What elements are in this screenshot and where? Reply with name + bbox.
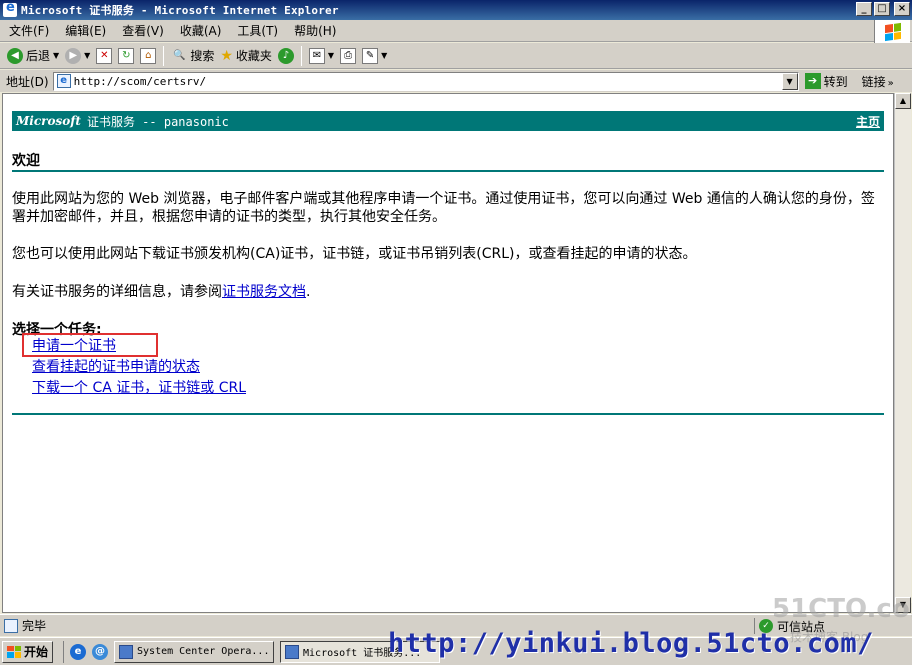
home-link[interactable]: 主页 — [856, 113, 880, 130]
address-bar: 地址(D) e http://scom/certsrv/ ▼ ➔ 转到 链接» — [0, 70, 912, 92]
forward-dropdown-icon[interactable]: ▼ — [84, 51, 90, 60]
ie-icon — [3, 0, 17, 17]
media-button[interactable]: ♪ — [275, 45, 297, 67]
ie-window-icon — [285, 644, 300, 659]
vertical-scrollbar[interactable]: ▲ ▼ — [894, 93, 911, 613]
docs-prefix: 有关证书服务的详细信息，请参阅 — [12, 284, 222, 300]
window-controls: _ □ × — [856, 2, 910, 16]
forward-arrow-icon: ▶ — [65, 47, 82, 64]
refresh-button[interactable]: ↻ — [115, 45, 137, 67]
window-title: Microsoft 证书服务 - Microsoft Internet Expl… — [21, 4, 339, 17]
links-button[interactable]: 链接» — [862, 73, 894, 90]
annotation-highlight-box — [22, 333, 158, 357]
windows-flag-icon — [884, 22, 901, 42]
go-button[interactable]: ➔ 转到 — [804, 73, 848, 90]
menu-view[interactable]: 查看(V) — [114, 22, 172, 39]
app-window-icon — [119, 644, 134, 659]
divider — [12, 170, 884, 172]
edit-button[interactable]: ✎ ▼ — [359, 45, 390, 67]
stop-icon: ✕ — [96, 47, 113, 64]
links-label: 链接 — [861, 74, 886, 89]
back-label: 后退 — [26, 49, 51, 63]
windows-start-icon — [7, 645, 21, 658]
media-icon: ♪ — [277, 47, 294, 64]
edit-icon: ✎ — [362, 47, 379, 64]
page-title: 欢迎 — [12, 153, 40, 169]
menu-bar: 文件(F) 编辑(E) 查看(V) 收藏(A) 工具(T) 帮助(H) — [0, 20, 912, 42]
mail-icon: ✉ — [308, 47, 325, 64]
taskbar-item-label: System Center Opera... — [137, 646, 270, 657]
menu-favorites[interactable]: 收藏(A) — [172, 22, 230, 39]
go-arrow-icon: ➔ — [804, 73, 821, 89]
outlook-quicklaunch-icon[interactable]: @ — [92, 643, 109, 660]
back-button[interactable]: ◀ 后退 ▼ — [4, 45, 62, 67]
print-icon: ⎙ — [340, 47, 357, 64]
docs-paragraph: 有关证书服务的详细信息，请参阅证书服务文档. — [12, 283, 882, 301]
toolbar-separator — [163, 45, 165, 66]
menu-help[interactable]: 帮助(H) — [286, 22, 344, 39]
menu-file[interactable]: 文件(F) — [0, 22, 57, 39]
favorites-label: 收藏夹 — [235, 49, 272, 63]
page-status-icon — [4, 618, 18, 633]
title-bar: Microsoft 证书服务 - Microsoft Internet Expl… — [0, 0, 912, 20]
address-url[interactable]: http://scom/certsrv/ — [74, 75, 206, 88]
search-label: 搜索 — [190, 49, 215, 63]
url-watermark: http://yinkui.blog.51cto.com/ — [388, 628, 874, 659]
toolbar: ◀ 后退 ▼ ▶ ▼ ✕ ↻ ⌂ 🔍 搜索 ★ 收藏夹 ♪ ✉ ▼ ⎙ ✎ ▼ — [0, 43, 912, 69]
menu-tools[interactable]: 工具(T) — [229, 22, 286, 39]
address-input[interactable]: e http://scom/certsrv/ ▼ — [52, 71, 799, 91]
docs-suffix: . — [306, 284, 311, 300]
home-button[interactable]: ⌂ — [137, 45, 159, 67]
maximize-button[interactable]: □ — [874, 2, 890, 16]
divider — [12, 413, 884, 415]
back-dropdown-icon[interactable]: ▼ — [53, 51, 59, 60]
start-label: 开始 — [24, 645, 49, 659]
mail-button[interactable]: ✉ ▼ — [306, 45, 337, 67]
brand-text: Microsoft — [16, 114, 81, 128]
go-label: 转到 — [823, 74, 848, 89]
pending-status-link[interactable]: 查看挂起的证书申请的状态 — [32, 357, 246, 378]
stop-button[interactable]: ✕ — [93, 45, 115, 67]
header-banner: Microsoft 证书服务 -- panasonic 主页 — [12, 111, 884, 131]
download-ca-link[interactable]: 下载一个 CA 证书，证书链或 CRL — [32, 378, 246, 399]
page-content: Microsoft 证书服务 -- panasonic 主页 欢迎 使用此网站为… — [2, 93, 894, 613]
scroll-up-icon[interactable]: ▲ — [895, 93, 911, 109]
service-name: 证书服务 -- panasonic — [86, 114, 229, 129]
favorites-button[interactable]: ★ 收藏夹 — [217, 45, 275, 67]
docs-link[interactable]: 证书服务文档 — [222, 284, 306, 300]
star-icon: ★ — [220, 47, 233, 64]
ie-quicklaunch-icon[interactable]: e — [70, 643, 87, 660]
back-arrow-icon: ◀ — [7, 47, 23, 64]
address-label: 地址(D) — [6, 74, 49, 89]
quick-launch: e @ — [63, 640, 109, 663]
taskbar-item-scom[interactable]: System Center Opera... — [114, 640, 275, 663]
print-button[interactable]: ⎙ — [337, 45, 359, 67]
status-text: 完毕 — [22, 619, 47, 633]
minimize-button[interactable]: _ — [856, 2, 872, 16]
edit-dropdown-icon[interactable]: ▼ — [381, 51, 387, 60]
search-icon: 🔍 — [173, 50, 186, 61]
site-watermark: 51CTO.com — [772, 594, 912, 624]
refresh-icon: ↻ — [118, 47, 135, 64]
download-paragraph: 您也可以使用此网站下载证书颁发机构(CA)证书，证书链，或证书吊销列表(CRL)… — [12, 246, 697, 262]
toolbar-separator — [300, 45, 302, 66]
search-button[interactable]: 🔍 搜索 — [168, 45, 217, 67]
page-icon: e — [56, 74, 71, 88]
windows-logo — [874, 20, 910, 44]
home-icon: ⌂ — [140, 47, 157, 64]
start-button[interactable]: 开始 — [2, 640, 54, 663]
forward-button[interactable]: ▶ ▼ — [62, 45, 93, 67]
menu-edit[interactable]: 编辑(E) — [57, 22, 114, 39]
links-chevron-icon: » — [887, 77, 894, 89]
intro-paragraph: 使用此网站为您的 Web 浏览器，电子邮件客户端或其他程序申请一个证书。通过使用… — [12, 191, 875, 225]
address-dropdown-icon[interactable]: ▼ — [781, 72, 798, 90]
mail-dropdown-icon[interactable]: ▼ — [328, 51, 334, 60]
close-button[interactable]: × — [894, 2, 910, 16]
